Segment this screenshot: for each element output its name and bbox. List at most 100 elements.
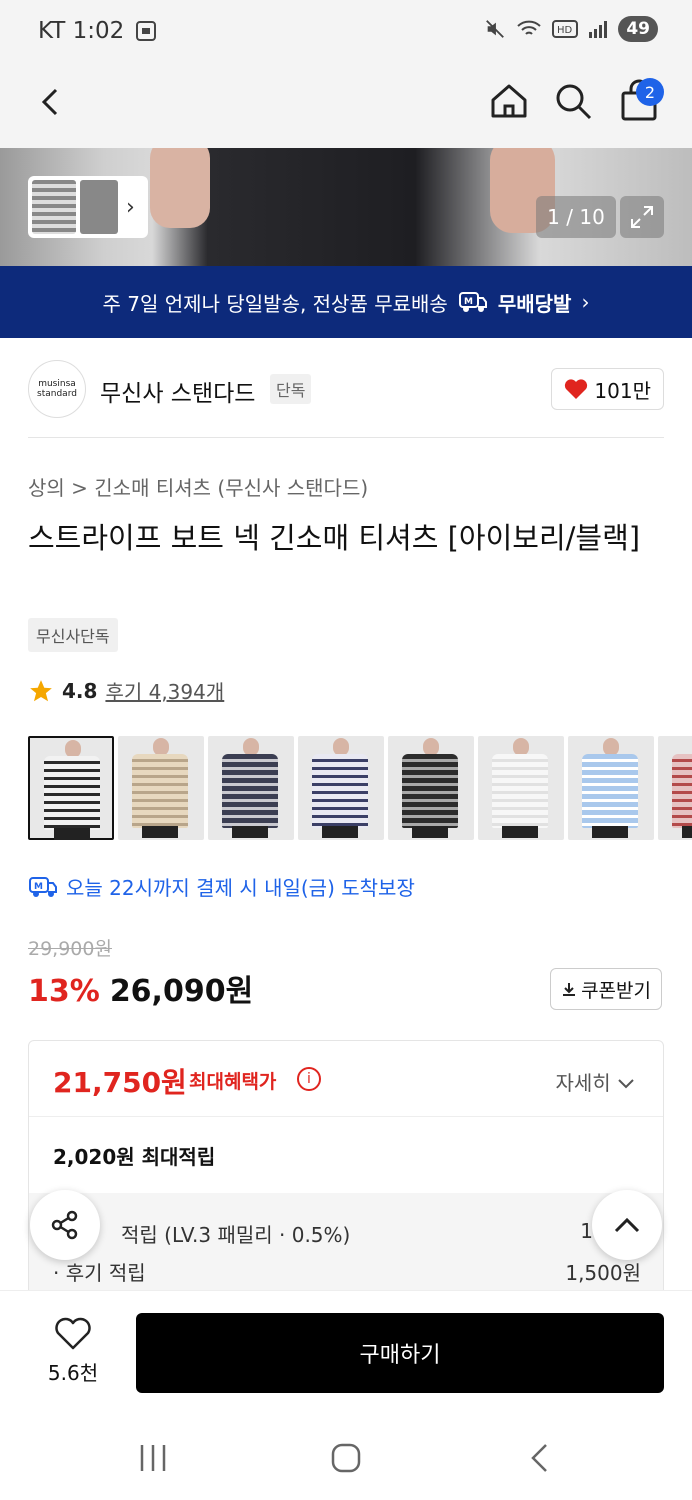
- max-benefit-label: 최대혜택가: [189, 1071, 277, 1093]
- wishlist-count: 5.6천: [47, 1361, 99, 1385]
- banner-chevron: ›: [581, 290, 590, 314]
- brand-like-count: 101만: [594, 378, 651, 403]
- svg-text:HD: HD: [557, 25, 573, 36]
- chevron-down-icon: [618, 1079, 634, 1089]
- expand-icon: [631, 206, 653, 228]
- hero-thumb-1: [32, 180, 76, 234]
- chevron-right-icon: ›: [126, 194, 135, 220]
- info-icon[interactable]: i: [297, 1067, 321, 1091]
- svg-text:M: M: [34, 882, 43, 892]
- hero-hand-left: [150, 148, 210, 228]
- max-benefit-price: 21,750원: [53, 1066, 187, 1099]
- benefit-detail-label: 자세히: [555, 1071, 611, 1095]
- image-counter: 1 / 10: [536, 196, 616, 238]
- hero-thumb-2: [80, 180, 118, 234]
- review-points-value: 1,500원: [565, 1261, 641, 1285]
- chevron-up-icon: [614, 1217, 640, 1233]
- swatch-model-legs: [412, 826, 448, 838]
- category-breadcrumb[interactable]: 상의 > 긴소매 티셔츠 (무신사 스탠다드): [28, 472, 368, 501]
- product-hero-image[interactable]: › 1 / 10: [0, 148, 692, 266]
- review-count-link[interactable]: 후기 4,394개: [105, 676, 224, 705]
- back-nav-icon[interactable]: [526, 1442, 552, 1474]
- cart-count-badge: 2: [636, 78, 664, 106]
- swatch-model-legs: [592, 826, 628, 838]
- original-price: 29,900원: [28, 938, 112, 960]
- screenshot-icon: [136, 21, 157, 41]
- swatch-shirt: [672, 754, 692, 828]
- swatch-model-legs: [54, 828, 90, 840]
- hero-thumbnail-strip[interactable]: ›: [28, 176, 148, 238]
- bottom-bar: 5.6천 구매하기: [0, 1290, 692, 1416]
- level-points-label: 적립 (LV.3 패밀리 · 0.5%): [121, 1223, 351, 1247]
- swatch-model-legs: [322, 826, 358, 838]
- color-swatch[interactable]: [298, 736, 384, 840]
- status-bar: KT 1:02 HD 49: [0, 0, 692, 64]
- points-text: 2,020원 최대적립: [53, 1145, 216, 1169]
- recent-apps-icon[interactable]: [138, 1442, 168, 1474]
- max-benefit-row[interactable]: 21,750원 최대혜택가 i 자세히: [29, 1041, 663, 1117]
- benefit-detail-toggle[interactable]: 자세히: [555, 1067, 635, 1096]
- system-nav-bar: [0, 1416, 692, 1500]
- delivery-text: 오늘 22시까지 결제 시 내일(금) 도착보장: [66, 876, 415, 900]
- swatch-shirt: [582, 754, 638, 828]
- swatch-shirt: [312, 754, 368, 828]
- rating-row[interactable]: 4.8 후기 4,394개: [28, 676, 224, 705]
- rating-value: 4.8: [62, 678, 98, 703]
- color-swatch[interactable]: [478, 736, 564, 840]
- product-title: 스트라이프 보트 넥 긴소매 티셔츠 [아이보리/블랙]: [28, 521, 641, 555]
- heart-outline-icon: [55, 1317, 91, 1350]
- download-icon: [563, 983, 576, 996]
- hd-icon: HD: [552, 20, 579, 38]
- wishlist-button[interactable]: 5.6천: [40, 1317, 106, 1386]
- brand-logo[interactable]: musinsa standard: [28, 360, 86, 418]
- price-row: 13% 26,090원: [28, 966, 253, 1010]
- signal-icon: [589, 21, 608, 38]
- swatch-model-legs: [502, 826, 538, 838]
- benefit-box: 21,750원 최대혜택가 i 자세히 2,020원 최대적립 적립 (LV.3…: [28, 1040, 664, 1300]
- brand-exclusive-tag: 단독: [270, 374, 312, 404]
- color-swatch[interactable]: [658, 736, 692, 840]
- swatch-shirt: [402, 754, 458, 828]
- scroll-top-button[interactable]: [592, 1190, 662, 1260]
- review-points-label: · 후기 적립: [53, 1261, 146, 1285]
- banner-text: 주 7일 언제나 당일발송, 전상품 무료배송: [102, 291, 448, 316]
- delivery-guarantee: M 오늘 22시까지 결제 시 내일(금) 도착보장: [28, 872, 415, 901]
- color-swatches: [28, 736, 692, 842]
- share-icon: [51, 1210, 78, 1240]
- color-swatch[interactable]: [28, 736, 114, 840]
- coupon-button[interactable]: 쿠폰받기: [550, 968, 662, 1010]
- sale-price: 26,090원: [109, 974, 254, 1009]
- points-breakdown: 적립 (LV.3 패밀리 · 0.5%) 1 · 후기 적립 1,500원: [29, 1193, 663, 1299]
- color-swatch[interactable]: [388, 736, 474, 840]
- top-nav: [0, 64, 692, 148]
- mute-icon: [486, 20, 505, 38]
- swatch-shirt: [44, 756, 100, 830]
- home-icon[interactable]: [488, 80, 530, 122]
- color-swatch[interactable]: [118, 736, 204, 840]
- status-time: KT 1:02: [38, 18, 125, 44]
- brand-like-button[interactable]: 101만: [551, 368, 664, 410]
- color-swatch[interactable]: [208, 736, 294, 840]
- delivery-truck-icon: M: [458, 292, 487, 312]
- search-icon[interactable]: [552, 80, 594, 122]
- coupon-label: 쿠폰받기: [581, 979, 651, 1002]
- points-row: 2,020원 최대적립: [29, 1117, 663, 1193]
- brand-row[interactable]: musinsa standard 무신사 스탠다드 단독 101만: [28, 358, 664, 438]
- exclusive-tag: 무신사단독: [28, 618, 118, 652]
- shipping-banner[interactable]: 주 7일 언제나 당일발송, 전상품 무료배송 M 무배당발 ›: [0, 266, 692, 338]
- battery-level: 49: [618, 16, 658, 42]
- brand-name[interactable]: 무신사 스탠다드: [100, 374, 255, 408]
- wifi-icon: [517, 20, 542, 35]
- swatch-model-legs: [142, 826, 178, 838]
- banner-badge: 무배당발: [497, 291, 572, 316]
- delivery-truck-icon: M: [29, 876, 57, 897]
- expand-button[interactable]: [620, 196, 664, 238]
- buy-button[interactable]: 구매하기: [136, 1313, 664, 1393]
- back-arrow-icon[interactable]: [32, 82, 72, 122]
- heart-filled-icon: [565, 379, 588, 399]
- swatch-shirt: [222, 754, 278, 828]
- discount-rate: 13%: [28, 974, 100, 1009]
- home-nav-icon[interactable]: [330, 1442, 362, 1474]
- share-button[interactable]: [30, 1190, 100, 1260]
- color-swatch[interactable]: [568, 736, 654, 840]
